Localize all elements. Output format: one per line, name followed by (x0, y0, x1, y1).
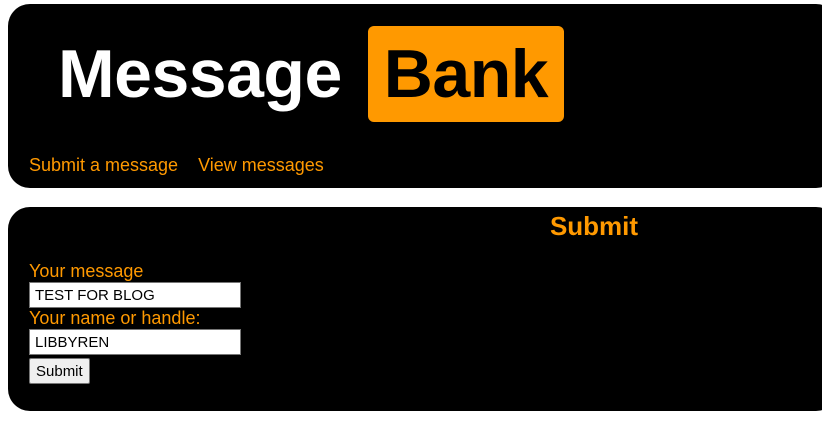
submit-button[interactable]: Submit (29, 358, 90, 384)
name-label: Your name or handle: (29, 308, 201, 328)
message-label: Your message (29, 261, 144, 281)
logo-box: Bank (367, 26, 565, 122)
header-panel: Message Bank Submit a message View messa… (8, 4, 822, 188)
logo-text-bank: Bank (383, 36, 549, 112)
submit-form: Your message Your name or handle: Submit (29, 261, 241, 384)
name-input[interactable] (29, 329, 241, 355)
form-panel: Submit Your message Your name or handle:… (8, 207, 822, 411)
form-title: Submit (549, 211, 639, 241)
site-logo: Message Bank (58, 26, 565, 122)
logo-text-message: Message (58, 36, 342, 112)
message-input[interactable] (29, 282, 241, 308)
nav-link-view-messages[interactable]: View messages (198, 155, 324, 176)
main-nav: Submit a message View messages (29, 155, 324, 176)
nav-link-submit-message[interactable]: Submit a message (29, 155, 178, 176)
